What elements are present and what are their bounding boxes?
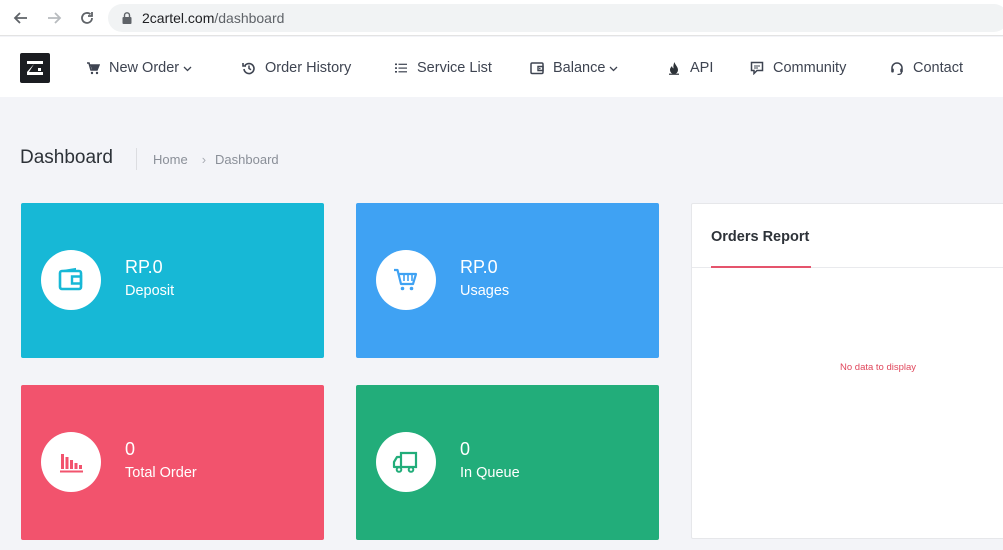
total-order-icon-circle — [41, 432, 101, 492]
basket-icon — [394, 268, 418, 291]
empty-state-text: No data to display — [840, 362, 917, 373]
logo-icon — [27, 61, 43, 75]
nav-contact[interactable]: Contact — [890, 58, 963, 78]
lock-icon — [122, 12, 132, 24]
wallet-icon — [530, 62, 544, 75]
address-bar[interactable]: 2cartel.com/dashboard — [108, 4, 1003, 32]
truck-icon — [392, 451, 418, 473]
breadcrumb-separator-icon: › — [201, 152, 207, 167]
chat-icon — [750, 61, 764, 75]
chevron-down-icon — [183, 66, 192, 71]
headset-icon — [891, 62, 903, 75]
forward-arrow-icon[interactable] — [43, 8, 65, 28]
reload-icon[interactable] — [76, 8, 98, 28]
breadcrumb-current: Dashboard — [215, 152, 279, 167]
nav-label: New Order — [109, 60, 180, 76]
nav-balance[interactable]: Balance — [530, 58, 618, 78]
deposit-icon-circle — [41, 250, 101, 310]
nav-new-order[interactable]: New Order — [86, 58, 192, 78]
nav-label: Order History — [265, 60, 352, 76]
nav-label: Contact — [913, 60, 963, 76]
nav-label: API — [690, 60, 714, 76]
orders-report-title: Orders Report — [711, 229, 810, 245]
total-order-value: 0 — [125, 439, 136, 459]
nav-label: Community — [773, 60, 847, 76]
usages-label: Usages — [460, 283, 510, 299]
chevron-down-icon — [609, 66, 618, 71]
in-queue-card[interactable]: 0 In Queue — [356, 385, 659, 540]
page-title: Dashboard — [20, 147, 113, 168]
breadcrumb: Home › Dashboard — [153, 152, 279, 167]
bar-chart-icon — [60, 454, 83, 473]
back-arrow-icon[interactable] — [10, 8, 32, 28]
orders-report-panel: Orders Report No data to display — [691, 203, 1003, 539]
cart-icon — [87, 62, 100, 75]
nav-community[interactable]: Community — [750, 58, 846, 78]
wallet-icon — [58, 267, 83, 291]
url-text: 2cartel.com/dashboard — [142, 10, 284, 26]
history-icon — [242, 62, 255, 75]
fire-icon — [669, 62, 679, 75]
browser-toolbar: 2cartel.com/dashboard — [0, 0, 1003, 36]
nav-service-list[interactable]: Service List — [394, 58, 492, 78]
brand-logo[interactable] — [20, 53, 50, 83]
list-icon — [395, 63, 407, 73]
breadcrumb-divider — [136, 148, 137, 170]
in-queue-label: In Queue — [460, 465, 520, 481]
in-queue-icon-circle — [376, 432, 436, 492]
nav-api[interactable]: API — [667, 58, 713, 78]
title-underline — [711, 266, 811, 268]
main-navbar: New Order Order History Service List Bal… — [0, 37, 1003, 97]
nav-label: Balance — [553, 60, 606, 76]
nav-label: Service List — [417, 60, 492, 76]
deposit-label: Deposit — [125, 283, 175, 299]
url-path: /dashboard — [214, 10, 285, 26]
total-order-label: Total Order — [125, 465, 197, 481]
usages-card[interactable]: RP.0 Usages — [356, 203, 659, 358]
usages-icon-circle — [376, 250, 436, 310]
usages-value: RP.0 — [460, 257, 498, 277]
in-queue-value: 0 — [460, 439, 471, 459]
deposit-card[interactable]: RP.0 Deposit — [21, 203, 324, 358]
nav-order-history[interactable]: Order History — [242, 58, 351, 78]
deposit-value: RP.0 — [125, 257, 163, 277]
url-host: 2cartel.com — [142, 10, 215, 26]
total-order-card[interactable]: 0 Total Order — [21, 385, 324, 540]
breadcrumb-home[interactable]: Home — [153, 152, 188, 167]
